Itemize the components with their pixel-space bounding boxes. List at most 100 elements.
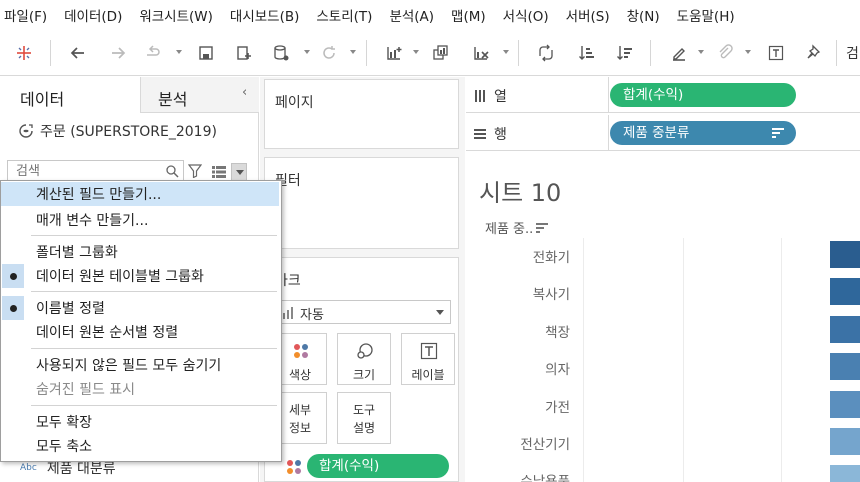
- sort-descending-icon[interactable]: [614, 42, 636, 64]
- row-header-product-subcategory[interactable]: 제품 중..: [485, 218, 549, 237]
- menu-map[interactable]: 맵(M): [451, 5, 486, 25]
- bar-mark[interactable]: [830, 241, 860, 268]
- new-worksheet-icon[interactable]: [383, 42, 405, 64]
- sort-ascending-icon[interactable]: [576, 42, 598, 64]
- rows-pill-product-subcategory[interactable]: 제품 중분류: [610, 121, 796, 145]
- menu-item-group-by-table[interactable]: 데이터 원본 테이블별 그룹화: [1, 264, 279, 288]
- category-label[interactable]: 복사기: [533, 283, 570, 303]
- extract-dropdown-icon[interactable]: [304, 50, 310, 54]
- menu-item-sort-by-source-order[interactable]: 데이터 원본 순서별 정렬: [1, 320, 279, 344]
- mark-type-dropdown[interactable]: 자동: [273, 300, 451, 324]
- datasource-item[interactable]: 주문 (SUPERSTORE_2019): [18, 121, 217, 141]
- columns-shelf[interactable]: 열 합계(수익): [466, 77, 860, 113]
- data-pane-menu-dropdown-button[interactable]: [231, 163, 247, 181]
- category-label[interactable]: 수납용품: [520, 470, 570, 482]
- menu-item-collapse-all[interactable]: 모두 축소: [1, 434, 279, 458]
- bar-mark[interactable]: [830, 315, 860, 343]
- menu-item-show-hidden-fields: 숨겨진 필드 표시: [1, 377, 279, 401]
- menu-item-group-by-folder[interactable]: 폴더별 그룹화: [1, 240, 279, 264]
- redo-icon[interactable]: [107, 42, 129, 64]
- toolbar-overflow-label[interactable]: 검: [845, 42, 860, 64]
- tab-analysis-label: 분석: [158, 90, 188, 109]
- duplicate-sheet-icon[interactable]: [430, 42, 452, 64]
- size-mark-button[interactable]: 크기: [337, 333, 391, 385]
- replace-data-icon[interactable]: [143, 42, 165, 64]
- pages-card[interactable]: 페이지: [264, 79, 459, 149]
- new-worksheet-dropdown-icon[interactable]: [413, 50, 419, 54]
- bar-mark[interactable]: [830, 465, 860, 482]
- datasource-icon: [19, 124, 33, 138]
- menu-help[interactable]: 도움말(H): [677, 5, 735, 25]
- menu-item-sort-by-name[interactable]: 이름별 정렬: [1, 296, 279, 320]
- tooltip-mark-button[interactable]: 도구 설명: [337, 392, 391, 444]
- label-mark-button[interactable]: 레이블: [401, 333, 455, 385]
- category-label[interactable]: 의자: [545, 358, 570, 378]
- menu-item-create-parameter[interactable]: 매개 변수 만들기...: [1, 208, 279, 232]
- clear-sheet-dropdown-icon[interactable]: [503, 50, 509, 54]
- search-icon: [166, 165, 179, 178]
- refresh-dropdown-icon[interactable]: [350, 50, 356, 54]
- columns-pill-sum-profit[interactable]: 합계(수익): [610, 83, 796, 107]
- category-label[interactable]: 전화기: [533, 246, 570, 266]
- group-members-icon[interactable]: [714, 42, 736, 64]
- undo-icon[interactable]: [67, 42, 89, 64]
- fix-axes-pin-icon[interactable]: [804, 42, 826, 64]
- show-mark-labels-icon[interactable]: [765, 42, 787, 64]
- rows-shelf[interactable]: 행 제품 중분류: [466, 115, 860, 151]
- menu-server[interactable]: 서버(S): [566, 5, 610, 25]
- color-palette-icon: [294, 344, 308, 358]
- swap-rows-columns-icon[interactable]: [535, 42, 557, 64]
- menu-separator: [31, 405, 277, 406]
- menu-data[interactable]: 데이터(D): [64, 5, 122, 25]
- size-icon: [357, 343, 373, 359]
- field-search-input[interactable]: [8, 161, 158, 181]
- bar-mark[interactable]: [830, 278, 860, 306]
- menu-story[interactable]: 스토리(T): [316, 5, 372, 25]
- clear-sheet-icon[interactable]: [470, 42, 492, 64]
- menu-separator: [31, 348, 277, 349]
- list-view-icon[interactable]: [212, 166, 226, 178]
- bar-mark[interactable]: [830, 428, 860, 455]
- group-members-dropdown-icon[interactable]: [745, 50, 751, 54]
- sheet-title[interactable]: 시트 10: [479, 173, 561, 208]
- menu-format[interactable]: 서식(O): [503, 5, 549, 25]
- highlight-icon[interactable]: [668, 42, 690, 64]
- filter-icon[interactable]: [188, 164, 202, 178]
- extract-icon[interactable]: [270, 42, 292, 64]
- menu-analysis[interactable]: 분석(A): [389, 5, 434, 25]
- menu-item-expand-all[interactable]: 모두 확장: [1, 410, 279, 434]
- menu-item-label: 매개 변수 만들기...: [36, 213, 149, 229]
- menu-item-create-calc-field[interactable]: 계산된 필드 만들기...: [1, 182, 279, 206]
- tab-data[interactable]: 데이터: [0, 77, 140, 113]
- refresh-icon[interactable]: [318, 42, 340, 64]
- bar-mark[interactable]: [830, 353, 860, 381]
- menu-worksheet[interactable]: 워크시트(W): [139, 5, 213, 25]
- menu-item-hide-unused-fields[interactable]: 사용되지 않은 필드 모두 숨기기: [1, 353, 279, 377]
- menu-file[interactable]: 파일(F): [4, 5, 47, 25]
- menu-item-label: 숨겨진 필드 표시: [36, 382, 136, 398]
- menu-separator: [31, 291, 277, 292]
- field-search-box[interactable]: [7, 160, 184, 182]
- highlight-dropdown-icon[interactable]: [698, 50, 704, 54]
- worksheet-view: 시트 10 제품 중.. 전화기복사기책장의자가전전산기기수납용품: [466, 157, 860, 482]
- sort-descending-icon[interactable]: [536, 222, 549, 233]
- menu-dashboard[interactable]: 대시보드(B): [230, 5, 299, 25]
- filters-card[interactable]: 필터: [264, 157, 459, 249]
- rows-shelf-label: 행: [474, 124, 507, 144]
- tab-analysis[interactable]: 분석 ‹: [140, 77, 259, 113]
- menu-item-label: 데이터 원본 테이블별 그룹화: [36, 269, 204, 285]
- category-label[interactable]: 가전: [545, 396, 570, 416]
- save-icon[interactable]: [195, 42, 217, 64]
- shelves: 열 합계(수익) 행 제품 중분류: [466, 77, 860, 152]
- bar-mark[interactable]: [830, 390, 860, 418]
- replace-data-dropdown-icon[interactable]: [176, 50, 182, 54]
- tableau-logo-icon[interactable]: [13, 42, 35, 64]
- collapse-pane-icon[interactable]: ‹: [242, 85, 247, 100]
- menubar: 파일(F) 데이터(D) 워크시트(W) 대시보드(B) 스토리(T) 분석(A…: [0, 0, 860, 30]
- category-label[interactable]: 책장: [545, 321, 570, 341]
- menu-window[interactable]: 창(N): [627, 5, 660, 25]
- category-label[interactable]: 전산기기: [520, 433, 570, 453]
- new-datasource-icon[interactable]: [233, 42, 255, 64]
- menu-item-label: 데이터 원본 순서별 정렬: [36, 325, 179, 341]
- marks-color-pill-sum-profit[interactable]: 합계(수익): [307, 454, 449, 478]
